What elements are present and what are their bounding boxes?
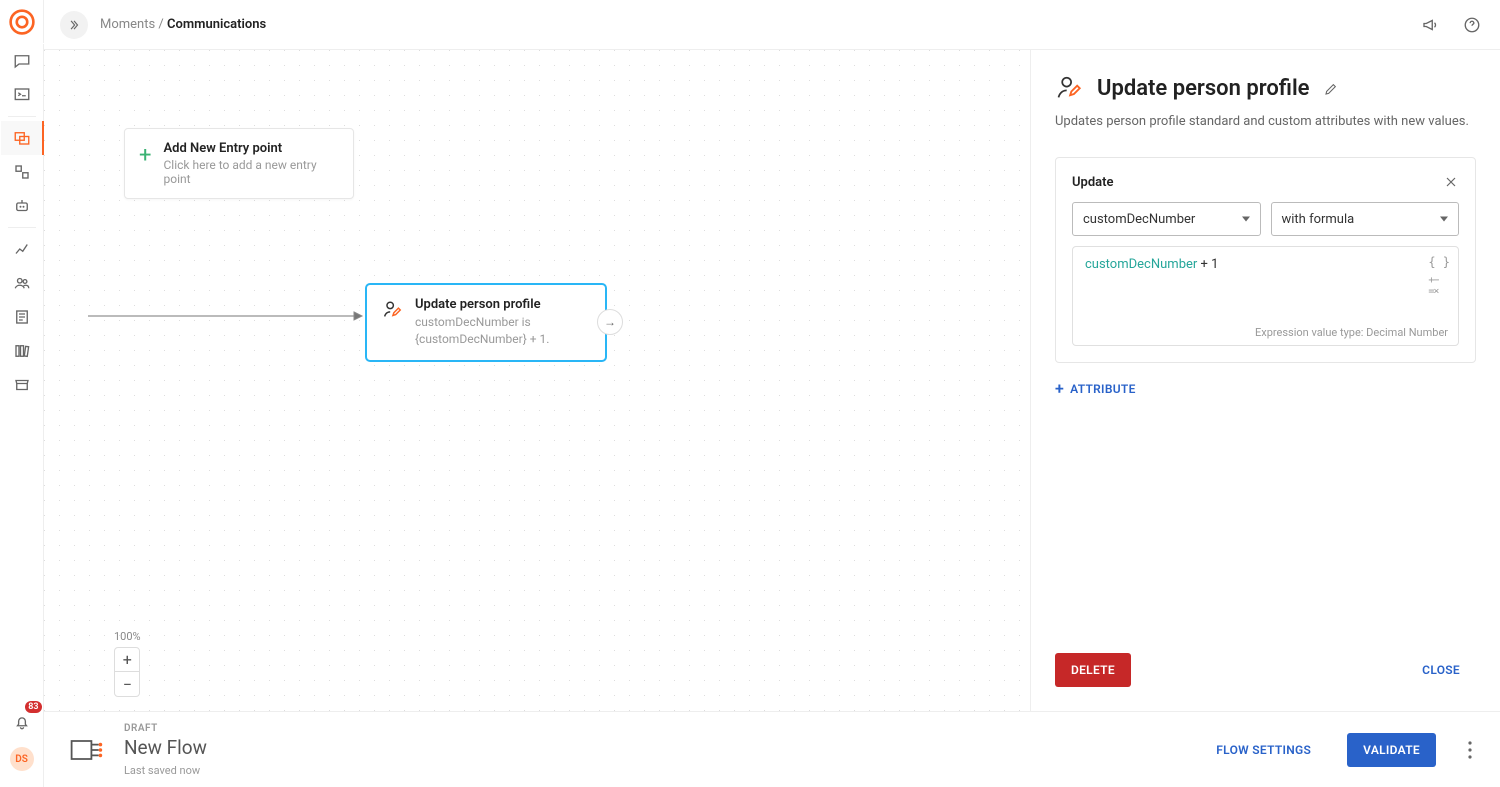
close-button[interactable]: CLOSE bbox=[1406, 653, 1476, 687]
expand-nav-button[interactable] bbox=[60, 11, 88, 39]
update-card: Update customDecNumber with formula cust… bbox=[1055, 157, 1476, 363]
flow-canvas[interactable]: + Add New Entry point Click here to add … bbox=[44, 50, 1030, 711]
flow-edge bbox=[44, 50, 374, 450]
footer-bar: DRAFT New Flow Last saved now FLOW SETTI… bbox=[44, 711, 1500, 787]
nav-tags-icon[interactable] bbox=[0, 155, 44, 189]
top-bar: Moments / Communications bbox=[44, 0, 1500, 50]
mode-select[interactable]: with formula bbox=[1271, 202, 1460, 236]
expr-op: + 1 bbox=[1197, 257, 1218, 272]
breadcrumb-current: Communications bbox=[167, 17, 266, 32]
person-edit-icon bbox=[381, 299, 403, 321]
remove-update-icon[interactable] bbox=[1443, 174, 1459, 190]
nav-moments-icon[interactable] bbox=[1, 121, 45, 155]
breadcrumb-root[interactable]: Moments bbox=[100, 17, 155, 32]
formula-editor[interactable]: customDecNumber + 1 { } +−=× Expression … bbox=[1072, 246, 1459, 346]
node-subtitle: customDecNumber is{customDecNumber} + 1. bbox=[415, 314, 549, 348]
more-actions-icon[interactable] bbox=[1464, 741, 1476, 759]
nav-chat-icon[interactable] bbox=[0, 44, 44, 78]
breadcrumb[interactable]: Moments / Communications bbox=[100, 17, 266, 32]
expr-type-hint: Expression value type: Decimal Number bbox=[1255, 326, 1448, 339]
nav-library-icon[interactable] bbox=[0, 334, 44, 368]
help-icon[interactable] bbox=[1460, 13, 1484, 37]
insert-operator-icon[interactable]: +−=× bbox=[1428, 275, 1450, 297]
validate-button[interactable]: VALIDATE bbox=[1347, 733, 1436, 767]
person-edit-icon bbox=[1055, 74, 1083, 102]
nav-store-icon[interactable] bbox=[0, 368, 44, 402]
zoom-in-button[interactable]: + bbox=[115, 648, 139, 672]
megaphone-icon[interactable] bbox=[1418, 13, 1442, 37]
flow-status: DRAFT bbox=[124, 723, 584, 734]
zoom-out-button[interactable]: − bbox=[115, 672, 139, 696]
panel-description: Updates person profile standard and cust… bbox=[1055, 114, 1476, 129]
expr-token: customDecNumber bbox=[1085, 257, 1197, 272]
add-attribute-button[interactable]: + ATTRIBUTE bbox=[1055, 379, 1476, 398]
attribute-select[interactable]: customDecNumber bbox=[1072, 202, 1261, 236]
notification-badge: 83 bbox=[25, 701, 41, 713]
plus-icon: + bbox=[1055, 379, 1064, 398]
notifications-bell-icon[interactable]: 83 bbox=[0, 705, 44, 739]
zoom-controls: 100% + − bbox=[114, 630, 141, 697]
brand-logo[interactable] bbox=[0, 0, 44, 44]
node-output-port[interactable]: → bbox=[597, 309, 623, 335]
user-avatar[interactable]: DS bbox=[10, 747, 34, 771]
zoom-label: 100% bbox=[114, 630, 141, 643]
node-title: Update person profile bbox=[415, 297, 549, 312]
flow-name-input[interactable]: New Flow bbox=[124, 736, 584, 760]
nav-people-icon[interactable] bbox=[0, 266, 44, 300]
panel-title: Update person profile bbox=[1097, 76, 1310, 101]
flow-icon bbox=[68, 732, 104, 768]
nav-analytics-icon[interactable] bbox=[0, 232, 44, 266]
last-saved: Last saved now bbox=[124, 764, 584, 777]
nav-terminal-icon[interactable] bbox=[0, 78, 44, 112]
left-nav-rail: 83 DS bbox=[0, 0, 44, 787]
nav-content-icon[interactable] bbox=[0, 300, 44, 334]
update-person-profile-node[interactable]: Update person profile customDecNumber is… bbox=[366, 284, 606, 361]
update-label: Update bbox=[1072, 175, 1114, 190]
flow-settings-button[interactable]: FLOW SETTINGS bbox=[1200, 733, 1327, 767]
insert-placeholder-icon[interactable]: { } bbox=[1428, 255, 1450, 269]
edit-title-icon[interactable] bbox=[1324, 80, 1340, 96]
nav-bot-icon[interactable] bbox=[0, 189, 44, 223]
delete-button[interactable]: DELETE bbox=[1055, 653, 1131, 687]
properties-panel: Update person profile Updates person pro… bbox=[1030, 50, 1500, 711]
